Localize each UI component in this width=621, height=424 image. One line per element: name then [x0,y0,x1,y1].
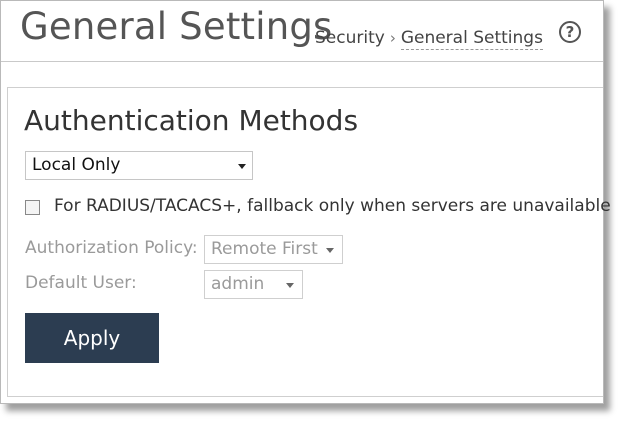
breadcrumb-separator-icon: › [389,29,396,47]
authorization-policy-value: Remote First [211,239,318,259]
default-user-select[interactable]: admin [204,270,303,299]
fallback-checkbox[interactable] [25,200,40,215]
default-user-value: admin [211,274,265,294]
page-header: General Settings Security › General Settin… [1,1,603,62]
auth-method-select[interactable]: Local Only [25,151,253,180]
apply-button[interactable]: Apply [25,313,159,363]
breadcrumb-parent-link[interactable]: Security [315,28,385,48]
chevron-down-icon [238,164,246,169]
page-title: General Settings [20,5,333,48]
authorization-policy-label: Authorization Policy: [25,238,198,258]
chevron-down-icon [326,248,334,253]
auth-method-value: Local Only [32,155,121,175]
fallback-checkbox-label[interactable]: For RADIUS/TACACS+, fallback only when s… [54,196,611,216]
breadcrumb-current: General Settings [400,28,543,50]
authorization-policy-select[interactable]: Remote First [204,235,343,264]
help-icon[interactable]: ? [559,21,581,43]
default-user-label: Default User: [25,273,137,293]
chevron-down-icon [286,283,294,288]
breadcrumb: Security › General Settings [315,28,543,50]
section-title: Authentication Methods [24,104,359,137]
